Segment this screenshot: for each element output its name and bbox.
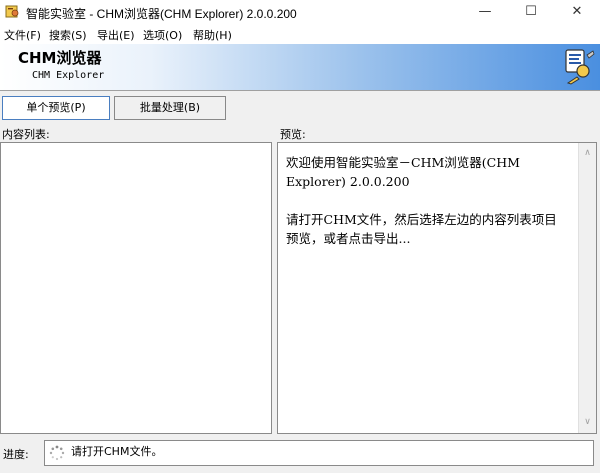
window-title: 智能实验室 - CHM浏览器(CHM Explorer) 2.0.0.200 bbox=[26, 7, 297, 21]
minimize-button[interactable]: — bbox=[462, 0, 508, 24]
tab-batch-process[interactable]: 批量处理(B) bbox=[114, 96, 226, 120]
preview-label: 预览: bbox=[280, 128, 306, 141]
header-banner: CHM浏览器 CHM Explorer bbox=[0, 44, 600, 91]
preview-content: 欢迎使用智能实验室－CHM浏览器(CHM Explorer) 2.0.0.200… bbox=[286, 153, 558, 248]
status-text: 请打开CHM文件。 bbox=[71, 445, 163, 458]
close-button[interactable]: ✕ bbox=[554, 0, 600, 24]
content-list-panel[interactable] bbox=[0, 142, 272, 434]
maximize-button[interactable]: ☐ bbox=[508, 0, 554, 24]
title-bar: 智能实验室 - CHM浏览器(CHM Explorer) 2.0.0.200 —… bbox=[0, 0, 600, 24]
preview-instruction-text: 请打开CHM文件，然后选择左边的内容列表项目预览，或者点击导出... bbox=[286, 212, 557, 246]
loading-spinner-icon bbox=[49, 445, 65, 461]
menu-options[interactable]: 选项(O) bbox=[143, 27, 182, 43]
menu-search[interactable]: 搜索(S) bbox=[49, 27, 87, 43]
preview-scrollbar[interactable]: ∧ ∨ bbox=[578, 143, 596, 433]
app-icon bbox=[5, 5, 19, 18]
progress-label: 进度: bbox=[3, 448, 29, 461]
menu-export[interactable]: 导出(E) bbox=[97, 27, 135, 43]
scroll-up-icon[interactable]: ∧ bbox=[579, 145, 596, 162]
banner-subtitle: CHM Explorer bbox=[32, 70, 105, 81]
progress-status-box: 请打开CHM文件。 bbox=[44, 440, 594, 466]
menu-file[interactable]: 文件(F) bbox=[4, 27, 41, 43]
banner-title: CHM浏览器 bbox=[18, 49, 102, 67]
maximize-icon: ☐ bbox=[525, 4, 537, 19]
menu-bar: 文件(F) 搜索(S) 导出(E) 选项(O) 帮助(H) bbox=[0, 24, 600, 44]
preview-welcome-text: 欢迎使用智能实验室－CHM浏览器(CHM Explorer) 2.0.0.200 bbox=[286, 155, 520, 189]
minimize-icon: — bbox=[478, 4, 492, 19]
close-icon: ✕ bbox=[571, 4, 583, 19]
tab-single-preview[interactable]: 单个预览(P) bbox=[2, 96, 110, 120]
content-list-label: 内容列表: bbox=[2, 128, 50, 141]
tools-logo-icon bbox=[565, 49, 595, 85]
preview-panel[interactable]: 欢迎使用智能实验室－CHM浏览器(CHM Explorer) 2.0.0.200… bbox=[277, 142, 597, 434]
scroll-down-icon[interactable]: ∨ bbox=[579, 414, 596, 431]
menu-help[interactable]: 帮助(H) bbox=[193, 27, 232, 43]
